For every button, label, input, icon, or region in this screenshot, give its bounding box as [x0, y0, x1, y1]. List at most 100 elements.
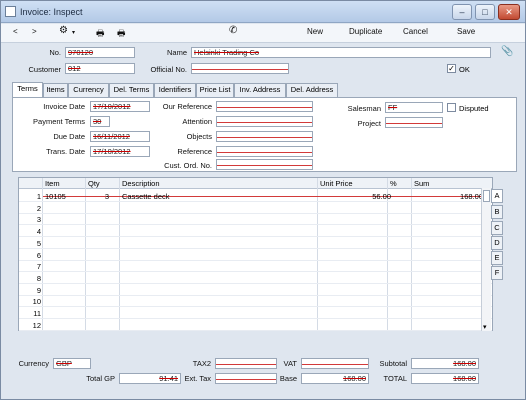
tab-inv-address[interactable]: Inv. Address — [234, 83, 286, 97]
tab-identifiers[interactable]: Identifiers — [154, 83, 196, 97]
table-row[interactable]: 4 — [19, 225, 492, 238]
maximize-button[interactable]: □ — [475, 4, 495, 20]
trans-date-field[interactable]: 17/10/2012 — [90, 146, 150, 157]
official-no-label: Official No. — [150, 65, 187, 74]
base-label: Base — [279, 374, 297, 383]
disputed-checkbox[interactable] — [447, 103, 456, 112]
table-row[interactable]: 8 — [19, 272, 492, 284]
objects-label: Objects — [186, 132, 212, 141]
ok-checkbox[interactable]: ✓ — [447, 64, 456, 73]
objects-field[interactable] — [216, 131, 313, 142]
tab-terms[interactable]: Terms — [12, 82, 43, 97]
side-tab-a[interactable]: A — [491, 189, 503, 203]
our-reference-label: Our Reference — [162, 102, 212, 111]
row-number: 4 — [36, 227, 41, 237]
print-preview-icon[interactable]: 🖶 — [117, 26, 126, 42]
row-number: 6 — [36, 250, 41, 260]
settings-icon[interactable]: ⚙ — [59, 25, 68, 36]
invoice-date-label: Invoice Date — [43, 102, 85, 111]
customer-field[interactable]: 012 — [65, 63, 135, 74]
row-number: 8 — [36, 273, 41, 283]
row-number: 12 — [32, 320, 41, 330]
tab-del-terms[interactable]: Del. Terms — [109, 83, 154, 97]
attention-label: Attention — [182, 117, 212, 126]
due-date-label: Due Date — [53, 132, 85, 141]
table-row[interactable]: 9 — [19, 284, 492, 296]
window-icon — [5, 6, 16, 17]
vat-field[interactable] — [301, 358, 369, 369]
next-record-button[interactable]: > — [32, 27, 37, 36]
scroll-thumb[interactable] — [483, 190, 490, 202]
row-number: 10 — [32, 297, 41, 307]
side-tab-b[interactable]: B — [491, 205, 503, 219]
col-sum-header: Sum — [414, 179, 430, 188]
side-tab-f[interactable]: F — [491, 266, 503, 280]
due-date-field[interactable]: 16/11/2012 — [90, 131, 150, 142]
duplicate-button[interactable]: Duplicate — [349, 27, 382, 36]
side-tab-d[interactable]: D — [491, 236, 503, 250]
tab-del-address[interactable]: Del. Address — [286, 83, 338, 97]
salesman-field[interactable]: FF — [385, 102, 443, 113]
minimize-button[interactable]: ‒ — [452, 4, 472, 20]
prev-record-button[interactable]: < — [13, 27, 18, 36]
table-row[interactable]: 7 — [19, 260, 492, 273]
base-field[interactable]: 168.00 — [301, 373, 369, 384]
row-number: 5 — [36, 238, 41, 248]
no-field[interactable]: 970120 — [65, 47, 135, 58]
close-button[interactable]: ✕ — [498, 4, 520, 20]
cell-price[interactable]: 56.00 — [317, 192, 391, 201]
payment-terms-field[interactable]: 30 — [90, 116, 110, 127]
col-percent-header: % — [390, 179, 397, 188]
items-grid[interactable]: Item Qty Description Unit Price % Sum 11… — [18, 177, 493, 331]
name-field[interactable]: Helsinki Trading Co — [191, 47, 491, 58]
table-row[interactable]: 6 — [19, 249, 492, 261]
table-row[interactable]: 11 — [19, 307, 492, 319]
attention-field[interactable] — [216, 116, 313, 127]
table-row[interactable]: 12 — [19, 319, 492, 331]
total-gp-label: Total GP — [86, 374, 115, 383]
settings-dropdown-icon[interactable]: ▾ — [72, 29, 75, 36]
subtotal-label: Subtotal — [379, 359, 407, 368]
row-number: 2 — [36, 203, 41, 213]
name-label: Name — [166, 48, 187, 57]
cell-item[interactable]: 10105 — [45, 192, 66, 201]
table-row[interactable]: 3 — [19, 213, 492, 226]
project-field[interactable] — [385, 117, 443, 128]
invoice-date-field[interactable]: 17/10/2012 — [90, 101, 150, 112]
side-tab-e[interactable]: E — [491, 251, 503, 265]
ok-label: OK — [459, 65, 470, 74]
cell-sum[interactable]: 168.00 — [411, 192, 483, 201]
scroll-down-icon[interactable]: ▾ — [483, 323, 487, 331]
cell-qty[interactable]: 3 — [85, 192, 109, 201]
subtotal-field[interactable]: 168.00 — [411, 358, 479, 369]
phone-icon[interactable]: ✆ — [229, 25, 237, 36]
title-bar: Invoice: Inspect ‒ □ ✕ — [1, 1, 525, 23]
table-row[interactable]: 1 10105 3 Cassette deck 56.00 168.00 — [19, 190, 492, 202]
cell-desc[interactable]: Cassette deck — [122, 192, 170, 201]
total-field[interactable]: 168.00 — [411, 373, 479, 384]
tab-price-list[interactable]: Price List — [196, 83, 234, 97]
tax2-label: TAX2 — [192, 359, 211, 368]
reference-label: Reference — [177, 147, 212, 156]
side-tab-c[interactable]: C — [491, 221, 503, 235]
tab-items[interactable]: Items — [43, 83, 68, 97]
table-row[interactable]: 2 — [19, 202, 492, 214]
cancel-button[interactable]: Cancel — [403, 27, 428, 36]
table-row[interactable]: 5 — [19, 237, 492, 249]
new-button[interactable]: New — [307, 27, 323, 36]
row-number: 3 — [36, 215, 41, 225]
attachment-icon[interactable]: 📎 — [501, 46, 513, 57]
official-no-field[interactable] — [191, 63, 289, 74]
tab-currency[interactable]: Currency — [68, 83, 109, 97]
currency-field[interactable]: GBP — [53, 358, 91, 369]
col-item-header: Item — [45, 179, 60, 188]
our-reference-field[interactable] — [216, 101, 313, 112]
table-row[interactable]: 10 — [19, 295, 492, 308]
project-label: Project — [357, 119, 381, 128]
print-icon[interactable]: 🖶 — [96, 26, 105, 42]
cust-ord-no-field[interactable] — [216, 159, 313, 170]
col-description-header: Description — [122, 179, 160, 188]
grid-scrollbar[interactable]: ▾ — [481, 188, 491, 331]
reference-field[interactable] — [216, 146, 313, 157]
save-button[interactable]: Save — [457, 27, 475, 36]
